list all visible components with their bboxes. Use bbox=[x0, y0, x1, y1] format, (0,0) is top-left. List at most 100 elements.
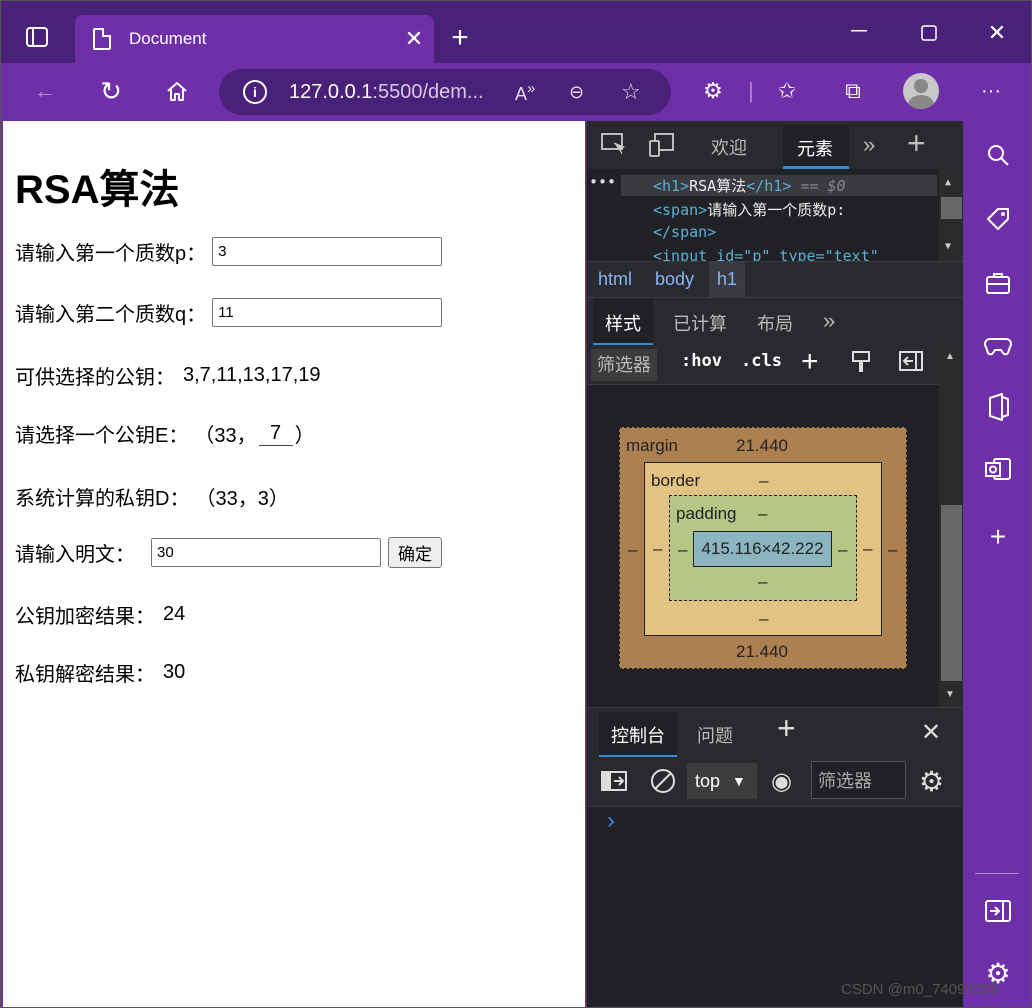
close-tab-icon[interactable]: ✕ bbox=[394, 26, 434, 52]
crumb-html[interactable]: html bbox=[598, 269, 632, 290]
new-tab-icon[interactable]: + bbox=[445, 21, 475, 54]
site-info-icon[interactable]: i bbox=[243, 80, 267, 104]
box-model-border: border – – – – padding – – – – 415.116×4… bbox=[644, 462, 882, 636]
margin-label: margin bbox=[626, 436, 678, 455]
hov-toggle[interactable]: :hov bbox=[681, 351, 722, 371]
tab-elements[interactable]: 元素 bbox=[783, 125, 849, 169]
more-tabs-icon[interactable]: » bbox=[863, 132, 875, 158]
browser-tab[interactable]: Document ✕ bbox=[75, 15, 434, 63]
decrypt-result-value: 30 bbox=[163, 661, 186, 683]
workspaces-icon[interactable] bbox=[25, 25, 49, 49]
chevron-down-icon: ▼ bbox=[732, 773, 746, 789]
border-top-value[interactable]: – bbox=[759, 471, 768, 491]
border-right-value[interactable]: – bbox=[863, 539, 872, 559]
profile-avatar[interactable] bbox=[903, 73, 939, 109]
public-key-e-label: 请选择一个公钥E： bbox=[15, 425, 189, 447]
padding-left-value[interactable]: – bbox=[678, 540, 687, 560]
dom-dots[interactable]: ••• bbox=[589, 173, 616, 191]
tab-styles[interactable]: 样式 bbox=[593, 298, 653, 346]
padding-top-value[interactable]: – bbox=[758, 504, 767, 524]
clear-console-icon[interactable] bbox=[649, 767, 677, 800]
encrypt-result-value: 24 bbox=[163, 603, 186, 625]
maximize-icon[interactable] bbox=[917, 21, 941, 45]
console-filter-input[interactable]: 筛选器 bbox=[811, 761, 906, 799]
console-prompt[interactable]: › bbox=[607, 807, 615, 835]
public-key-e-input[interactable]: 7 bbox=[258, 422, 293, 446]
dom-scrollbar[interactable]: ▲ ▼ bbox=[939, 169, 964, 261]
dom-node-span-close[interactable]: </span> bbox=[653, 223, 716, 241]
tab-layout[interactable]: 布局 bbox=[757, 310, 793, 336]
padding-bottom-value[interactable]: – bbox=[758, 572, 767, 592]
dom-node-h1[interactable]: <h1>RSA算法</h1> == $0 bbox=[621, 175, 937, 196]
back-icon[interactable]: ← bbox=[25, 71, 65, 111]
device-emulation-icon[interactable] bbox=[649, 133, 675, 162]
console-tabs: 控制台 问题 + ✕ bbox=[587, 707, 964, 758]
collections-icon[interactable]: ⧉ bbox=[833, 71, 873, 111]
padding-right-value[interactable]: – bbox=[838, 540, 847, 560]
public-keys-value: 3,7,11,13,17,19 bbox=[183, 364, 321, 386]
favorites-icon[interactable]: ✩ bbox=[767, 71, 807, 111]
box-model-margin: margin 21.440 21.440 – – border – – – – … bbox=[619, 427, 907, 669]
public-key-e-suffix: ） bbox=[294, 425, 315, 447]
address-bar[interactable]: i 127.0.0.1:5500/dem... A» ⊖ ☆ bbox=[219, 69, 671, 115]
devtools-tabs: 欢迎 元素 » + bbox=[587, 121, 964, 169]
close-drawer-icon[interactable]: ✕ bbox=[921, 718, 941, 747]
add-favorite-icon[interactable]: ☆ bbox=[621, 79, 641, 105]
zoom-out-icon[interactable]: ⊖ bbox=[569, 82, 584, 103]
plaintext-input[interactable]: 30 bbox=[151, 538, 381, 567]
tab-computed[interactable]: 已计算 bbox=[673, 310, 727, 336]
games-icon[interactable] bbox=[980, 327, 1016, 363]
add-tab-icon[interactable]: + bbox=[907, 125, 926, 162]
margin-top-value[interactable]: 21.440 bbox=[736, 436, 788, 456]
prime-p-input[interactable]: 3 bbox=[212, 237, 443, 266]
styles-scrollbar[interactable]: ▲ ▼ bbox=[939, 345, 964, 707]
more-style-tabs-icon[interactable]: » bbox=[823, 308, 835, 334]
refresh-icon[interactable]: ↻ bbox=[91, 71, 131, 111]
private-key-row: 系统计算的私钥D： （33，3） bbox=[15, 482, 289, 511]
public-keys-label: 可供选择的公钥： bbox=[15, 367, 175, 389]
decrypt-result-label: 私钥解密结果： bbox=[15, 664, 155, 686]
add-drawer-tab-icon[interactable]: + bbox=[777, 710, 796, 747]
home-icon[interactable] bbox=[157, 71, 197, 111]
margin-left-value[interactable]: – bbox=[628, 540, 637, 560]
tab-welcome[interactable]: 欢迎 bbox=[711, 134, 747, 160]
shopping-tag-icon[interactable] bbox=[980, 201, 1016, 237]
styles-filter-input[interactable]: 筛选器 bbox=[591, 349, 657, 381]
search-icon[interactable] bbox=[980, 137, 1016, 173]
tab-console[interactable]: 控制台 bbox=[599, 712, 677, 758]
tools-briefcase-icon[interactable] bbox=[980, 265, 1016, 301]
close-window-icon[interactable]: ✕ bbox=[985, 20, 1009, 45]
read-aloud-icon[interactable]: A» bbox=[515, 80, 535, 105]
add-sidebar-app-icon[interactable]: + bbox=[980, 519, 1016, 555]
padding-label: padding bbox=[676, 504, 737, 523]
prime-q-input[interactable]: 11 bbox=[212, 298, 443, 327]
sidebar-toggle-icon[interactable] bbox=[899, 351, 923, 376]
browser-window: Document ✕ + ✕ ← ↻ i 127.0.0.1:5500/dem.… bbox=[0, 0, 1032, 1008]
margin-bottom-value[interactable]: 21.440 bbox=[736, 642, 788, 662]
dom-node-span[interactable]: <span>请输入第一个质数p: bbox=[653, 199, 845, 220]
extensions-icon[interactable]: ⚙ bbox=[693, 71, 733, 111]
border-left-value[interactable]: – bbox=[653, 539, 662, 559]
cls-toggle[interactable]: .cls bbox=[741, 351, 782, 371]
outlook-icon[interactable] bbox=[980, 451, 1016, 487]
inspect-icon[interactable] bbox=[601, 133, 627, 160]
paint-icon[interactable] bbox=[851, 351, 871, 378]
crumb-body[interactable]: body bbox=[655, 269, 694, 290]
confirm-button[interactable]: 确定 bbox=[388, 537, 442, 568]
prime-p-label: 请输入第一个质数p： bbox=[15, 243, 207, 265]
minimize-icon[interactable] bbox=[847, 19, 871, 43]
live-expression-icon[interactable]: ◉ bbox=[771, 767, 792, 796]
hide-sidebar-icon[interactable] bbox=[980, 893, 1016, 929]
context-select[interactable]: top ▼ bbox=[687, 763, 757, 799]
office-icon[interactable] bbox=[980, 389, 1016, 425]
dom-node-input[interactable]: <input id="p" type="text" bbox=[653, 247, 879, 261]
box-model-content[interactable]: 415.116×42.222 bbox=[693, 531, 832, 567]
crumb-h1[interactable]: h1 bbox=[709, 262, 746, 298]
console-settings-icon[interactable]: ⚙ bbox=[919, 765, 944, 798]
border-bottom-value[interactable]: – bbox=[759, 609, 768, 629]
tab-issues[interactable]: 问题 bbox=[697, 722, 733, 748]
new-rule-icon[interactable]: + bbox=[801, 345, 819, 379]
console-sidebar-icon[interactable] bbox=[601, 771, 627, 796]
more-menu-icon[interactable]: ··· bbox=[971, 71, 1011, 111]
margin-right-value[interactable]: – bbox=[888, 540, 897, 560]
